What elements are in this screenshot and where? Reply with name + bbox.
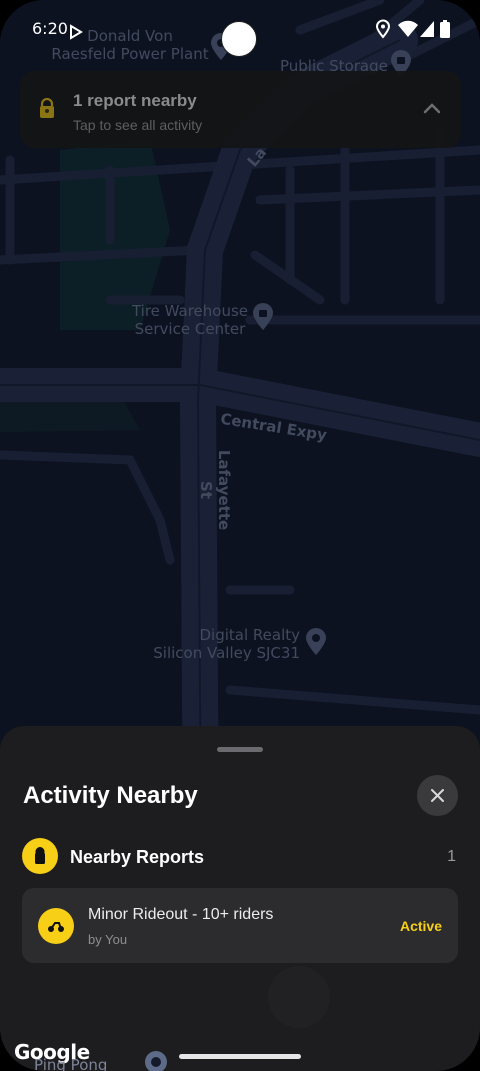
chevron-up-icon[interactable] xyxy=(423,102,441,114)
map-pin-ping-pong-icon[interactable] xyxy=(144,1050,168,1071)
play-store-icon xyxy=(70,24,83,40)
phone-screen: Donald Von Raesfeld Power Plant Public S… xyxy=(0,0,480,1071)
close-icon xyxy=(431,789,444,802)
activity-bottom-sheet: Activity Nearby Nearby Reports 1 Minor R… xyxy=(0,726,480,1071)
report-list-item[interactable]: Minor Rideout - 10+ riders by You Active xyxy=(22,888,458,963)
battery-icon xyxy=(440,20,450,38)
banner-title: 1 report nearby xyxy=(73,91,197,110)
lock-icon xyxy=(35,847,45,864)
report-author: by You xyxy=(88,932,128,947)
drag-handle[interactable] xyxy=(217,747,263,752)
motorcycle-icon xyxy=(48,922,64,932)
home-indicator[interactable] xyxy=(179,1054,301,1059)
report-icon-circle xyxy=(38,908,74,944)
signal-icon xyxy=(420,21,434,37)
report-status-badge: Active xyxy=(399,918,442,934)
section-label: Nearby Reports xyxy=(70,847,205,867)
location-icon xyxy=(376,19,390,39)
status-time: 6:20 xyxy=(32,19,68,38)
lock-icon xyxy=(40,98,54,118)
banner-subtitle: Tap to see all activity xyxy=(73,117,203,133)
camera-cutout xyxy=(221,21,257,57)
nearby-reports-section-icon xyxy=(22,838,58,874)
sheet-title: Activity Nearby xyxy=(23,782,198,809)
report-title: Minor Rideout - 10+ riders xyxy=(88,906,274,923)
section-count: 1 xyxy=(447,848,456,865)
status-bar: 6:20 xyxy=(0,0,480,58)
nearby-reports-banner[interactable]: 1 report nearby Tap to see all activity xyxy=(20,71,461,148)
map-label-ping-pong: Ping Pong xyxy=(34,1056,108,1071)
wifi-icon xyxy=(398,20,418,37)
close-button[interactable] xyxy=(417,775,458,816)
faded-center-button xyxy=(268,966,330,1028)
